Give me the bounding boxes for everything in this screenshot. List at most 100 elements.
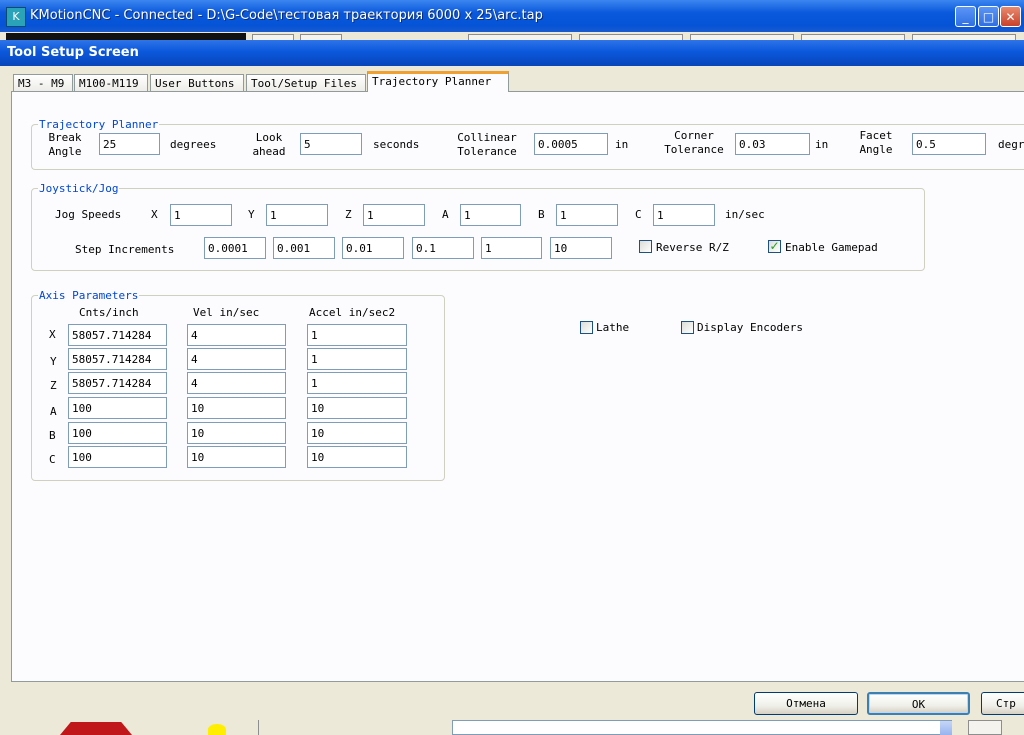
display-encoders-label: Display Encoders bbox=[697, 321, 803, 334]
break-angle-unit: degrees bbox=[170, 138, 217, 151]
corner-tolerance-label-line1: Corner bbox=[674, 129, 714, 142]
jog-speed-c-input[interactable] bbox=[653, 204, 715, 226]
facet-angle-unit: degrees bbox=[998, 138, 1024, 151]
chevron-down-icon[interactable] bbox=[940, 721, 952, 735]
axis-row-label: X bbox=[49, 328, 56, 341]
step-increment-input[interactable] bbox=[412, 237, 474, 259]
cancel-button[interactable]: Отмена bbox=[754, 692, 858, 715]
cnts-per-inch-input[interactable] bbox=[68, 348, 167, 370]
collinear-tolerance-label-line2: Tolerance bbox=[457, 145, 517, 158]
axis-row-label: Y bbox=[50, 355, 57, 368]
enable-gamepad-checkbox[interactable]: ✓ bbox=[768, 240, 781, 253]
jog-speed-z-input[interactable] bbox=[363, 204, 425, 226]
lathe-checkbox[interactable] bbox=[580, 321, 593, 334]
collinear-tolerance-unit: in bbox=[615, 138, 629, 151]
axis-row-label: B bbox=[49, 429, 56, 442]
kmotion-app-icon[interactable]: K bbox=[6, 7, 26, 27]
close-button[interactable]: ✕ bbox=[1000, 6, 1021, 27]
jog-speeds-label: Jog Speeds bbox=[55, 208, 122, 221]
cnts-per-inch-input[interactable] bbox=[68, 324, 167, 346]
main-display-panel bbox=[6, 33, 246, 40]
tab-trajectory-planner[interactable]: Trajectory Planner bbox=[367, 71, 509, 92]
jog-speed-unit: in/sec bbox=[725, 208, 765, 221]
divider bbox=[258, 720, 259, 735]
jog-speed-a-input[interactable] bbox=[460, 204, 521, 226]
velocity-input[interactable] bbox=[187, 446, 286, 468]
tab-m100-m119[interactable]: M100-M119 bbox=[74, 74, 148, 92]
enable-gamepad-label: Enable Gamepad bbox=[785, 241, 878, 254]
jog-speed-x-input[interactable] bbox=[170, 204, 232, 226]
jog-axis-label: Z bbox=[345, 208, 352, 221]
tab-m3-m9[interactable]: M3 - M9 bbox=[13, 74, 73, 92]
main-window-title: KMotionCNC - Connected - D:\G-Code\тесто… bbox=[30, 8, 543, 23]
corner-tolerance-unit: in bbox=[815, 138, 829, 151]
step-increment-input[interactable] bbox=[204, 237, 266, 259]
reverse-rz-checkbox[interactable] bbox=[639, 240, 652, 253]
axis-row-label: A bbox=[50, 405, 57, 418]
corner-tolerance-input[interactable] bbox=[735, 133, 810, 155]
jog-speed-b-input[interactable] bbox=[556, 204, 618, 226]
step-increments-label: Step Increments bbox=[75, 243, 175, 256]
facet-angle-unit-clip: degrees bbox=[996, 131, 1024, 159]
reverse-rz-label: Reverse R/Z bbox=[656, 241, 729, 254]
corner-tolerance-label-line2: Tolerance bbox=[664, 143, 724, 156]
minimize-button[interactable]: _ bbox=[955, 6, 976, 27]
step-increment-input[interactable] bbox=[273, 237, 335, 259]
acceleration-input[interactable] bbox=[307, 446, 407, 468]
acceleration-input[interactable] bbox=[307, 324, 407, 346]
acceleration-input[interactable] bbox=[307, 397, 407, 419]
stop-icon[interactable] bbox=[60, 722, 132, 735]
trajectory-planner-group-title: Trajectory Planner bbox=[38, 118, 160, 131]
velocity-input[interactable] bbox=[187, 372, 286, 394]
facet-angle-label-line1: Facet bbox=[859, 129, 893, 142]
velocity-input[interactable] bbox=[187, 324, 286, 346]
collinear-tolerance-input[interactable] bbox=[534, 133, 608, 155]
column-header-cnts-inch: Cnts/inch bbox=[79, 306, 139, 319]
cnts-per-inch-input[interactable] bbox=[68, 422, 167, 444]
break-angle-input[interactable] bbox=[99, 133, 160, 155]
cnts-per-inch-input[interactable] bbox=[68, 397, 167, 419]
step-increment-input[interactable] bbox=[481, 237, 542, 259]
jog-axis-label: C bbox=[635, 208, 642, 221]
jog-axis-label: X bbox=[151, 208, 158, 221]
main-toolbar-button[interactable] bbox=[968, 720, 1002, 735]
velocity-input[interactable] bbox=[187, 397, 286, 419]
facet-angle-label-line2: Angle bbox=[859, 143, 893, 156]
tab-user-buttons[interactable]: User Buttons bbox=[150, 74, 244, 92]
break-angle-label-line1: Break bbox=[48, 131, 82, 144]
lathe-label: Lathe bbox=[596, 321, 630, 334]
acceleration-input[interactable] bbox=[307, 372, 407, 394]
apply-button-clip: Стр bbox=[981, 692, 1024, 715]
display-encoders-checkbox[interactable] bbox=[681, 321, 694, 334]
main-command-combo[interactable] bbox=[452, 720, 952, 735]
cnts-per-inch-input[interactable] bbox=[68, 372, 167, 394]
facet-angle-input[interactable] bbox=[912, 133, 986, 155]
apply-button[interactable]: Стр bbox=[981, 692, 1024, 715]
maximize-button[interactable]: □ bbox=[978, 6, 999, 27]
jog-axis-label: B bbox=[538, 208, 545, 221]
column-header-accel: Accel in/sec2 bbox=[309, 306, 396, 319]
axis-row-label: Z bbox=[50, 379, 57, 392]
lookahead-unit: seconds bbox=[373, 138, 420, 151]
lookahead-label-line2: ahead bbox=[252, 145, 286, 158]
yellow-indicator-icon bbox=[208, 724, 226, 735]
tab-tool-setup-files[interactable]: Tool/Setup Files bbox=[246, 74, 366, 92]
ok-button[interactable]: OK bbox=[867, 692, 970, 715]
lookahead-input[interactable] bbox=[300, 133, 362, 155]
joystick-jog-group bbox=[31, 188, 925, 271]
dialog-titlebar bbox=[0, 40, 1024, 66]
velocity-input[interactable] bbox=[187, 422, 286, 444]
velocity-input[interactable] bbox=[187, 348, 286, 370]
axis-row-label: C bbox=[49, 453, 56, 466]
cnts-per-inch-input[interactable] bbox=[68, 446, 167, 468]
collinear-tolerance-label-line1: Collinear bbox=[457, 131, 517, 144]
acceleration-input[interactable] bbox=[307, 348, 407, 370]
lookahead-label-line1: Look bbox=[255, 131, 283, 144]
jog-speed-y-input[interactable] bbox=[266, 204, 328, 226]
dialog-title: Tool Setup Screen bbox=[7, 45, 139, 60]
step-increment-input[interactable] bbox=[550, 237, 612, 259]
jog-axis-label: A bbox=[442, 208, 449, 221]
joystick-jog-group-title: Joystick/Jog bbox=[38, 182, 120, 195]
step-increment-input[interactable] bbox=[342, 237, 404, 259]
acceleration-input[interactable] bbox=[307, 422, 407, 444]
